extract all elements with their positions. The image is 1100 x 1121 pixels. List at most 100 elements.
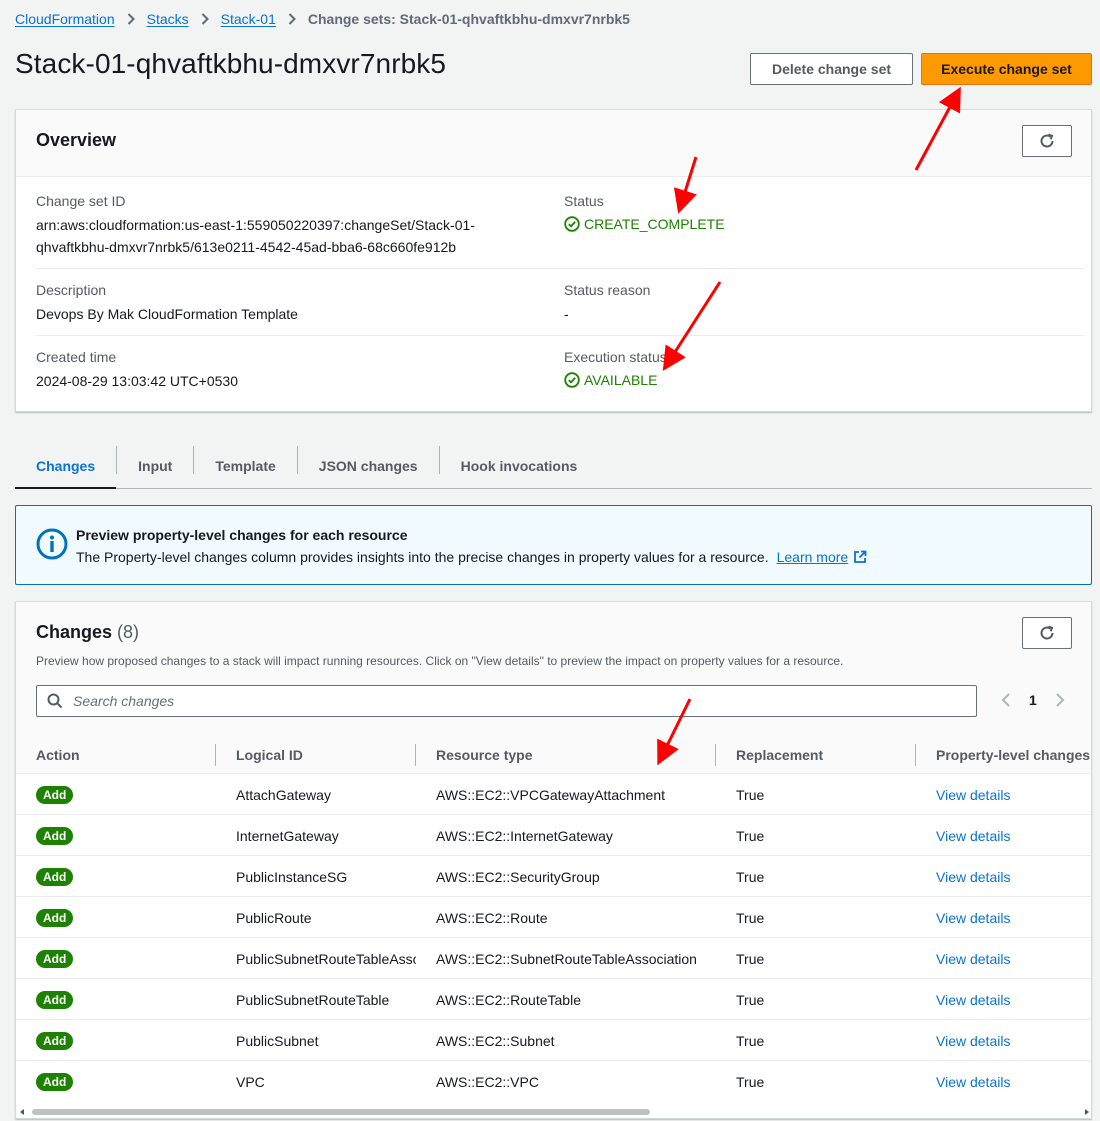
scrollbar-thumb[interactable] — [32, 1109, 650, 1115]
table-row: Add PublicSubnetRouteTableAssociation AWS:… — [16, 938, 1091, 979]
change-set-id-line2: qhvaftkbhu-dmxvr7nrbk5/613e0211-4542-45a… — [36, 239, 457, 255]
breadcrumb-link-stacks[interactable]: Stacks — [147, 11, 189, 27]
execution-status-label: Execution status — [564, 349, 667, 365]
divider — [36, 268, 1084, 269]
learn-more-link[interactable]: Learn more — [777, 549, 849, 565]
cell-resource-type: AWS::EC2::SecurityGroup — [436, 868, 600, 885]
tab-input[interactable]: Input — [117, 444, 193, 488]
status-label: Status — [564, 193, 604, 209]
changes-header: Changes (8) Preview how proposed changes… — [16, 602, 1091, 736]
view-details-link[interactable]: View details — [936, 979, 1010, 1020]
changes-count: (8) — [117, 622, 140, 642]
scroll-left-icon[interactable] — [19, 1109, 25, 1115]
changes-refresh-button[interactable] — [1022, 617, 1072, 649]
column-replacement[interactable]: Replacement — [736, 736, 823, 774]
cell-action: Add — [36, 1020, 74, 1061]
breadcrumb: CloudFormation Stacks Stack-01 Change se… — [15, 9, 630, 29]
action-badge: Add — [36, 1072, 74, 1091]
column-resizer[interactable] — [415, 744, 416, 766]
table-row: Add PublicRoute AWS::EC2::Route True View de… — [16, 897, 1091, 938]
description-label: Description — [36, 282, 107, 298]
tab-bar: Changes Input Template JSON changes Hook… — [15, 444, 1092, 489]
breadcrumb-current: Change sets: Stack-01-qhvaftkbhu-dmxvr7n… — [307, 11, 630, 27]
tab-json-changes[interactable]: JSON changes — [298, 444, 439, 488]
status-value: CREATE_COMPLETE — [564, 216, 725, 232]
refresh-icon — [1040, 133, 1054, 148]
table-header: Action Logical ID Resource type Replacem… — [16, 736, 1091, 774]
search-icon — [47, 693, 63, 709]
horizontal-scrollbar[interactable] — [16, 1106, 1091, 1118]
info-icon — [36, 528, 68, 565]
action-badge: Add — [36, 826, 74, 845]
tab-template[interactable]: Template — [194, 444, 296, 488]
changes-panel: Changes (8) Preview how proposed changes… — [15, 601, 1092, 1119]
cell-resource-type: AWS::EC2::SubnetRouteTableAssociation — [436, 950, 697, 967]
cell-resource-type: AWS::EC2::VPCGatewayAttachment — [436, 786, 666, 803]
search-placeholder: Search changes — [73, 693, 175, 709]
changes-description: Preview how proposed changes to a stack … — [36, 654, 844, 668]
table-row: Add InternetGateway AWS::EC2::InternetGate… — [16, 815, 1091, 856]
chevron-right-icon[interactable] — [1055, 692, 1065, 708]
view-details-link[interactable]: View details — [936, 774, 1010, 815]
cell-resource-type: AWS::EC2::Route — [436, 909, 548, 926]
column-resizer[interactable] — [915, 744, 916, 766]
execution-status-value: AVAILABLE — [564, 372, 657, 388]
tab-hook-invocations[interactable]: Hook invocations — [440, 444, 599, 488]
view-details-link[interactable]: View details — [936, 938, 1010, 979]
alert-title: Preview property-level changes for each … — [76, 527, 408, 543]
action-badge: Add — [36, 908, 74, 927]
created-time-value: 2024-08-29 13:03:42 UTC+0530 — [36, 373, 238, 389]
cell-logical-id: PublicSubnetRouteTable — [236, 991, 390, 1008]
view-details-link[interactable]: View details — [936, 1061, 1010, 1102]
cell-resource-type: AWS::EC2::VPC — [436, 1073, 539, 1090]
check-circle-icon — [564, 216, 580, 232]
view-details-link[interactable]: View details — [936, 897, 1010, 938]
breadcrumb-link-cloudformation[interactable]: CloudFormation — [15, 11, 115, 27]
view-details-link[interactable]: View details — [936, 856, 1010, 897]
info-alert: Preview property-level changes for each … — [15, 505, 1092, 585]
tab-changes[interactable]: Changes — [15, 444, 117, 489]
column-resizer[interactable] — [715, 744, 716, 766]
cell-replacement: True — [736, 868, 765, 885]
cell-logical-id: PublicSubnetRouteTableAssociation — [236, 950, 416, 967]
cell-logical-id: PublicRoute — [236, 909, 312, 926]
cell-logical-id: VPC — [236, 1073, 265, 1090]
column-resizer[interactable] — [215, 744, 216, 766]
column-resource-type[interactable]: Resource type — [436, 736, 532, 774]
column-action[interactable]: Action — [36, 736, 80, 774]
status-reason-value: - — [564, 306, 569, 322]
external-link-icon — [853, 550, 867, 564]
cell-replacement: True — [736, 1032, 765, 1049]
changes-title-text: Changes — [36, 622, 113, 642]
column-logical-id[interactable]: Logical ID — [236, 736, 303, 774]
search-input[interactable]: Search changes — [36, 685, 977, 717]
table-row: Add PublicSubnet AWS::EC2::Subnet True View … — [16, 1020, 1091, 1061]
chevron-right-icon — [201, 13, 209, 25]
scroll-right-icon[interactable] — [1084, 1109, 1090, 1115]
status-text: CREATE_COMPLETE — [584, 216, 725, 232]
column-property-level-changes[interactable]: Property-level changes — [936, 736, 1090, 774]
description-value: Devops By Mak CloudFormation Template — [36, 306, 298, 322]
cell-resource-type: AWS::EC2::RouteTable — [436, 991, 581, 1008]
cell-action: Add — [36, 774, 74, 815]
divider — [36, 335, 1084, 336]
view-details-link[interactable]: View details — [936, 815, 1010, 856]
breadcrumb-link-stack[interactable]: Stack-01 — [221, 11, 276, 27]
alert-text: The Property-level changes column provid… — [76, 549, 769, 565]
action-badge: Add — [36, 867, 74, 886]
refresh-icon — [1040, 625, 1054, 640]
cell-action: Add — [36, 897, 74, 938]
cell-resource-type: AWS::EC2::Subnet — [436, 1032, 555, 1049]
changes-title: Changes (8) — [36, 622, 139, 643]
page-number[interactable]: 1 — [1029, 692, 1037, 708]
table-row: Add VPC AWS::EC2::VPC True View details — [16, 1061, 1091, 1102]
alert-body: The Property-level changes column provid… — [76, 549, 867, 565]
execute-change-set-button[interactable]: Execute change set — [921, 53, 1092, 85]
cell-logical-id: AttachGateway — [236, 786, 331, 803]
check-circle-icon — [564, 372, 580, 388]
overview-refresh-button[interactable] — [1022, 125, 1072, 157]
delete-change-set-button[interactable]: Delete change set — [750, 53, 913, 85]
chevron-left-icon[interactable] — [1001, 692, 1011, 708]
view-details-link[interactable]: View details — [936, 1020, 1010, 1061]
table-row: Add AttachGateway AWS::EC2::VPCGatewayAtta… — [16, 774, 1091, 815]
